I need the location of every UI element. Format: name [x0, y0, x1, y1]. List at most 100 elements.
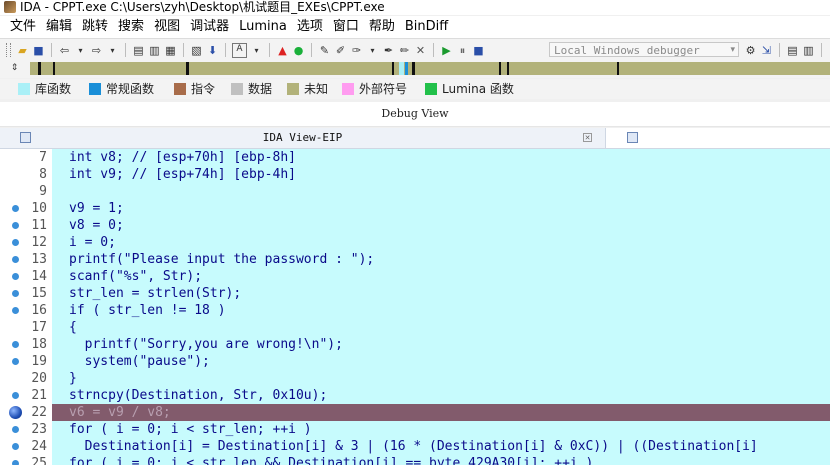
- line-code: printf("Sorry,you are wrong!\n");: [69, 337, 343, 352]
- save-icon[interactable]: ■: [32, 44, 45, 57]
- legend-label: 未知: [304, 82, 329, 96]
- menu-bar: 文件 编辑 跳转 搜索 视图 调试器 Lumina 选项 窗口 帮助 BinDiff: [0, 16, 830, 38]
- debugger-select[interactable]: Local Windows debugger ▾: [549, 42, 739, 57]
- code-line[interactable]: 9: [0, 183, 830, 200]
- legend-lumina-function: Lumina 函数: [425, 79, 514, 99]
- menu-bindiff[interactable]: BinDiff: [400, 16, 453, 38]
- process-icon[interactable]: ⚙: [744, 44, 757, 57]
- forward-dropdown-icon[interactable]: ▾: [106, 44, 119, 57]
- code-line[interactable]: 12 i = 0;: [0, 234, 830, 251]
- menu-help[interactable]: 帮助: [364, 16, 400, 38]
- patch3-icon[interactable]: ✑: [350, 44, 363, 57]
- code-line[interactable]: 13 printf("Please input the password : ")…: [0, 251, 830, 268]
- code-line[interactable]: 15 str_len = strlen(Str);: [0, 285, 830, 302]
- list-icon[interactable]: ▤: [132, 44, 145, 57]
- code-line[interactable]: 18 printf("Sorry,you are wrong!\n");: [0, 336, 830, 353]
- nav-segment: [499, 62, 501, 75]
- debug-view-header: Debug View: [0, 102, 830, 127]
- legend-swatch: [425, 83, 437, 95]
- line-code: str_len = strlen(Str);: [69, 286, 242, 301]
- menu-search[interactable]: 搜索: [113, 16, 149, 38]
- download-arrow-icon[interactable]: ⬇: [206, 44, 219, 57]
- code-line[interactable]: 17 {: [0, 319, 830, 336]
- line-number: 14: [31, 269, 47, 284]
- toolbar-separator: [269, 43, 270, 57]
- text-view-dropdown-icon[interactable]: ▾: [250, 44, 263, 57]
- line-code: v9 = 1;: [69, 201, 124, 216]
- code-line[interactable]: 22 v6 = v9 / v8;: [0, 404, 830, 421]
- line-code: int v9; // [esp+74h] [ebp-4h]: [69, 167, 296, 182]
- forward-icon[interactable]: ⇨: [90, 44, 103, 57]
- menu-edit[interactable]: 编辑: [41, 16, 77, 38]
- edit-icon[interactable]: ✏: [398, 44, 411, 57]
- menu-file[interactable]: 文件: [0, 16, 41, 38]
- patch2-icon[interactable]: ✐: [334, 44, 347, 57]
- line-number: 12: [31, 235, 47, 250]
- code-line[interactable]: 8 int v9; // [esp+74h] [ebp-4h]: [0, 166, 830, 183]
- dropdown-icon[interactable]: ▾: [366, 44, 379, 57]
- tab-ida-view-eip[interactable]: IDA View-EIP ✕: [0, 128, 606, 148]
- toolbar-grip: [6, 43, 11, 57]
- green-circle-icon[interactable]: ●: [292, 44, 305, 57]
- toolbar-separator: [51, 43, 52, 57]
- open-icon[interactable]: ▰: [16, 44, 29, 57]
- trace-icon[interactable]: ▥: [802, 44, 815, 57]
- graph-icon[interactable]: ▧: [190, 44, 203, 57]
- line-number: 20: [31, 371, 47, 386]
- menu-options[interactable]: 选项: [292, 16, 328, 38]
- debug-view-title: Debug View: [381, 107, 449, 120]
- legend-swatch: [89, 83, 101, 95]
- nav-segment: [53, 62, 55, 75]
- text-view-icon[interactable]: A: [232, 42, 247, 58]
- delete-icon[interactable]: ✕: [414, 44, 427, 57]
- patch-icon[interactable]: ✎: [318, 44, 331, 57]
- menu-view[interactable]: 视图: [149, 16, 185, 38]
- code-line[interactable]: 21 strncpy(Destination, Str, 0x10u);: [0, 387, 830, 404]
- code-line[interactable]: 11 v8 = 0;: [0, 217, 830, 234]
- nav-segment: [412, 62, 415, 75]
- nav-arrows-icon[interactable]: ⇕: [8, 62, 21, 75]
- code-line[interactable]: 20}: [0, 370, 830, 387]
- code-line[interactable]: 19 system("pause");: [0, 353, 830, 370]
- code-line[interactable]: 25 for ( i = 0; i < str_len && Destinatio…: [0, 455, 830, 465]
- line-number: 8: [39, 167, 47, 182]
- code-line[interactable]: 14 scanf("%s", Str);: [0, 268, 830, 285]
- breakpoint-list-icon[interactable]: ▤: [786, 44, 799, 57]
- toolbar-separator: [311, 43, 312, 57]
- secondary-view-icon[interactable]: [627, 132, 638, 143]
- code-line[interactable]: 10 v9 = 1;: [0, 200, 830, 217]
- code-line[interactable]: 24 Destination[i] = Destination[i] & 3 |…: [0, 438, 830, 455]
- color-legend: 库函数 常规函数 指令 数据 未知 外部符号 Lumina 函数: [0, 79, 830, 99]
- attach-icon[interactable]: ⇲: [760, 44, 773, 57]
- legend-label: 库函数: [35, 82, 72, 96]
- pause-icon[interactable]: ⏸: [456, 44, 469, 57]
- run-icon[interactable]: ▶: [440, 44, 453, 57]
- menu-lumina[interactable]: Lumina: [234, 16, 292, 38]
- list-strings-icon[interactable]: ▦: [164, 44, 177, 57]
- stop-icon[interactable]: ■: [472, 44, 485, 57]
- list-names-icon[interactable]: ▥: [148, 44, 161, 57]
- line-number: 10: [31, 201, 47, 216]
- tab-title: IDA View-EIP: [262, 131, 343, 144]
- line-number: 19: [31, 354, 47, 369]
- menu-windows[interactable]: 窗口: [328, 16, 364, 38]
- code-line[interactable]: 16 if ( str_len != 18 ): [0, 302, 830, 319]
- code-line[interactable]: 7 int v8; // [esp+70h] [ebp-8h]: [0, 149, 830, 166]
- nav-segment: [617, 62, 619, 75]
- navigation-strip[interactable]: [30, 62, 830, 75]
- nav-segment: [38, 62, 41, 75]
- legend-regular-function: 常规函数: [89, 79, 154, 99]
- back-dropdown-icon[interactable]: ▾: [74, 44, 87, 57]
- legend-external-symbol: 外部符号: [342, 79, 407, 99]
- nav-segment: [405, 62, 408, 75]
- pseudocode-view[interactable]: 7 int v8; // [esp+70h] [ebp-8h] 8 int v9; /…: [0, 149, 830, 465]
- pin-icon[interactable]: ✒: [382, 44, 395, 57]
- back-icon[interactable]: ⇦: [58, 44, 71, 57]
- code-line[interactable]: 23 for ( i = 0; i < str_len; ++i ): [0, 421, 830, 438]
- menu-debugger[interactable]: 调试器: [185, 16, 234, 38]
- menu-jump[interactable]: 跳转: [77, 16, 113, 38]
- close-icon[interactable]: ✕: [583, 133, 592, 142]
- red-marker-icon[interactable]: ▲: [276, 44, 289, 57]
- legend-label: 常规函数: [106, 82, 155, 96]
- line-number: 17: [31, 320, 47, 335]
